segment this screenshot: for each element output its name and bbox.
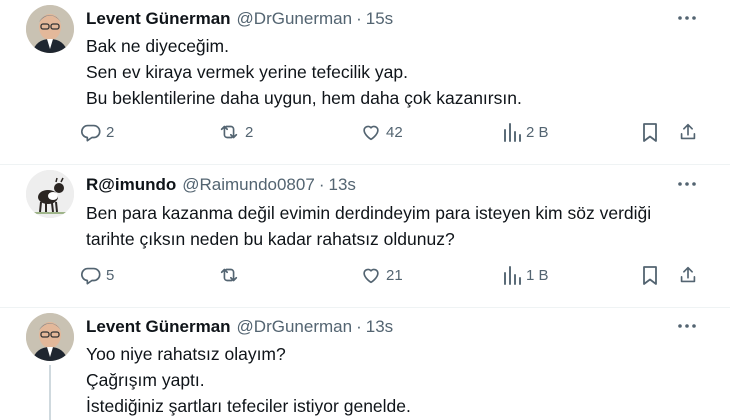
action-bar: 5 21 1 B [80,262,700,288]
tweet-2[interactable]: R@imundo @Raimundo0807 · 13s Ben para ka… [0,165,730,307]
like-button[interactable]: 21 [360,262,403,288]
separator-dot: · [318,175,325,194]
tweet-text-line: Sen ev kiraya vermek yerine tefecilik ya… [86,62,408,82]
separator-dot: · [356,9,362,28]
tweet-text-line: İstediğiniz şartları tefeciler istiyor g… [86,396,411,416]
tweet-text: Yoo niye rahatsız olayım? Çağrışım yaptı… [86,341,696,419]
tweet-text-line: Yoo niye rahatsız olayım? [86,344,286,364]
bookmark-button[interactable] [640,119,660,145]
views-icon [504,266,521,285]
like-count: 21 [386,266,403,284]
display-name[interactable]: Levent Günerman [86,317,231,337]
tweet-3[interactable]: Levent Günerman @DrGunerman · 13s Yoo ni… [0,308,730,420]
tweet-header: Levent Günerman @DrGunerman · 13s [86,315,393,339]
reply-count: 2 [106,123,115,141]
share-button[interactable] [677,119,699,145]
tweet-header: R@imundo @Raimundo0807 · 13s [86,173,356,197]
reply-button[interactable]: 2 [80,119,114,145]
thread-line [49,365,51,420]
bookmark-button[interactable] [640,262,660,288]
action-bar: 2 2 42 2 B [80,119,700,145]
reply-icon [81,124,101,142]
views-button[interactable]: 1 B [502,262,549,288]
user-handle[interactable]: @DrGunerman [237,9,353,29]
tweet-text-line: Çağrışım yaptı. [86,370,205,390]
view-count: 2 B [526,123,549,141]
views-icon [504,123,521,142]
display-name[interactable]: Levent Günerman [86,9,231,29]
more-dots-icon[interactable] [676,173,698,195]
bookmark-icon [643,123,657,142]
timestamp[interactable]: 13s [328,175,355,195]
retweet-button[interactable] [217,262,245,288]
display-name[interactable]: R@imundo [86,175,176,195]
tweet-text-line: Bu beklentilerine daha uygun, hem daha ç… [86,88,522,108]
retweet-button[interactable]: 2 [217,119,253,145]
bookmark-icon [643,266,657,285]
tweet-text-line: Bak ne diyeceğim. [86,36,229,56]
reply-count: 5 [106,266,115,284]
heart-icon [363,125,379,141]
view-count: 1 B [526,266,549,284]
timestamp[interactable]: 15s [366,9,393,29]
tweet-1[interactable]: Levent Günerman @DrGunerman · 15s Bak ne… [0,0,730,164]
like-button[interactable]: 42 [360,119,403,145]
like-count: 42 [386,123,403,141]
share-icon [680,266,696,283]
avatar[interactable] [26,313,74,361]
share-button[interactable] [677,262,699,288]
reply-icon [81,267,101,285]
separator-dot: · [356,317,362,336]
tweet-text-line: Ben para kazanma değil evimin derdindeyi… [86,203,652,223]
tweet-header: Levent Günerman @DrGunerman · 15s [86,7,393,31]
tweet-text-line: tarihte çıksın neden bu kadar rahatsız o… [86,229,455,249]
more-dots-icon[interactable] [676,315,698,337]
avatar[interactable] [26,170,74,218]
retweet-count: 2 [245,123,254,141]
user-handle[interactable]: @DrGunerman [237,317,353,337]
heart-icon [363,268,379,284]
reply-button[interactable]: 5 [80,262,114,288]
timestamp[interactable]: 13s [366,317,393,337]
tweet-text: Ben para kazanma değil evimin derdindeyi… [86,200,696,252]
more-dots-icon[interactable] [676,7,698,29]
avatar[interactable] [26,5,74,53]
user-handle[interactable]: @Raimundo0807 [182,175,315,195]
retweet-icon [220,268,238,282]
share-icon [680,123,696,140]
views-button[interactable]: 2 B [502,119,549,145]
retweet-icon [220,125,238,139]
tweet-text: Bak ne diyeceğim. Sen ev kiraya vermek y… [86,33,696,111]
